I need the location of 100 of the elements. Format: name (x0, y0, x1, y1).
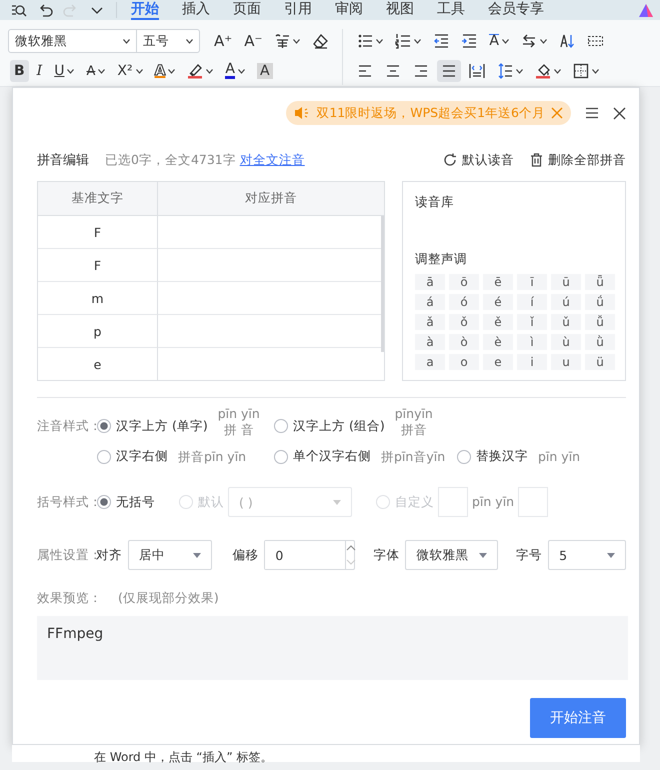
close-icon (551, 107, 563, 119)
tone-key[interactable]: é (483, 294, 513, 310)
tone-key[interactable]: í (517, 294, 547, 310)
color-button[interactable]: A (221, 60, 249, 82)
spacing-button[interactable]: A (485, 30, 513, 52)
style-option[interactable]: 汉字右侧 (97, 448, 168, 465)
ribbon-tab[interactable]: 引用 (284, 0, 312, 20)
superscript-button[interactable]: X² (113, 60, 147, 82)
radio-button[interactable] (97, 450, 111, 464)
tone-key[interactable]: ǐ (517, 314, 547, 330)
column-header: 对应拼音 (158, 182, 384, 216)
bold-button[interactable]: B (10, 60, 29, 82)
tone-key[interactable]: á (415, 294, 445, 310)
tone-key[interactable]: ǒ (449, 314, 479, 330)
caret-icon (333, 500, 341, 504)
tone-key[interactable]: i (517, 354, 547, 370)
tone-key[interactable]: u (551, 354, 581, 370)
dropdown-select[interactable]: 微软雅黑 (405, 540, 498, 570)
delete-button[interactable]: 删除全部拼音 (530, 152, 626, 168)
radio-button[interactable] (274, 450, 288, 464)
tone-key[interactable]: e (483, 354, 513, 370)
ribbon-tab[interactable]: 页面 (233, 0, 261, 20)
tone-key[interactable]: ù (551, 334, 581, 350)
tone-key[interactable]: ǖ (585, 274, 615, 290)
tone-key[interactable]: à (415, 334, 445, 350)
grow-button[interactable]: A⁺ (210, 30, 236, 52)
tone-key[interactable]: ǎ (415, 314, 445, 330)
input-field[interactable] (518, 487, 548, 517)
italic-button[interactable]: I (32, 60, 46, 82)
tone-key[interactable]: ì (517, 334, 547, 350)
field-label: 注音样式： (37, 418, 97, 434)
eraser-icon (312, 33, 328, 49)
tone-key[interactable]: ā (415, 274, 445, 290)
tone-key[interactable]: ǔ (551, 314, 581, 330)
input-field[interactable] (438, 487, 468, 517)
numbered-list-icon (395, 33, 412, 49)
menu-button[interactable] (585, 107, 599, 119)
tone-key[interactable]: ǚ (585, 314, 615, 330)
chevron-up-icon (346, 545, 356, 551)
swap-arrows-icon (520, 33, 537, 49)
radio-button[interactable] (274, 419, 288, 433)
preview-text: FFmpeg (47, 626, 104, 642)
ribbon-tab[interactable]: 视图 (386, 0, 414, 20)
table-cell: F (38, 216, 158, 249)
tone-key[interactable]: ǘ (585, 294, 615, 310)
document-text: 在 Word 中，点击 “插入” 标签。 (94, 750, 273, 764)
table-cell: m (38, 282, 158, 315)
pinyin-sample: pīn yīn 拼 音 (218, 406, 260, 438)
style-option[interactable]: 单个汉字右侧 (274, 448, 371, 465)
radio-button[interactable] (97, 419, 111, 433)
justify-button[interactable] (437, 60, 462, 82)
panel-title: 读音库 (415, 194, 455, 211)
reset-button[interactable]: 默认读音 (443, 152, 514, 168)
tone-key[interactable]: ǜ (585, 334, 615, 350)
field-label: 效果预览： (37, 590, 102, 607)
border-icon (573, 63, 590, 79)
tone-key[interactable]: ē (483, 274, 513, 290)
tone-key[interactable]: ī (517, 274, 547, 290)
ribbon-tab[interactable]: 审阅 (335, 0, 363, 20)
ribbon-tab[interactable]: 开始 (131, 0, 159, 20)
tone-key[interactable]: a (415, 354, 445, 370)
tone-key[interactable]: ò (449, 334, 479, 350)
annotate-all-link[interactable]: 对全文注音 (240, 152, 305, 168)
close-icon (613, 106, 626, 120)
radio-button[interactable] (97, 495, 111, 509)
start-button[interactable]: 开始注音 (530, 698, 626, 738)
pinyin-sample: pīnyīn 拼音 (394, 406, 433, 438)
tone-key[interactable]: ū (551, 274, 581, 290)
tone-key[interactable]: ě (483, 314, 513, 330)
trash-icon (530, 153, 543, 167)
shrink-button[interactable]: A⁻ (240, 30, 266, 52)
offset-spinbox[interactable]: 0 (264, 540, 356, 570)
caret-icon (607, 552, 615, 558)
scrollbar[interactable] (381, 216, 384, 352)
style-option[interactable]: 替换汉字 (457, 448, 528, 465)
ribbon-tab[interactable]: 工具 (437, 0, 465, 20)
bracket-option[interactable]: 无括号 (97, 494, 155, 510)
align-left-icon (357, 63, 374, 79)
selection-summary: 已选0字，全文4731字 (105, 152, 236, 168)
tone-key[interactable]: ō (449, 274, 479, 290)
strike-button[interactable]: A (82, 60, 110, 82)
style-option[interactable]: 汉字上方 (组合) (274, 418, 385, 434)
underline-button[interactable]: U (50, 60, 78, 82)
section-title: 拼音编辑 (37, 152, 89, 169)
ribbon-tab[interactable]: 会员专享 (488, 0, 544, 20)
align-right-icon (413, 63, 430, 79)
tone-key[interactable]: è (483, 334, 513, 350)
ribbon-tab[interactable]: 插入 (182, 0, 210, 20)
close-button[interactable] (613, 106, 626, 120)
style-option[interactable]: 汉字上方 (单字) (97, 418, 208, 434)
tone-key[interactable]: ó (449, 294, 479, 310)
tone-key[interactable]: ú (551, 294, 581, 310)
radio-button[interactable] (457, 450, 471, 464)
dropdown-select[interactable]: 5 (548, 540, 626, 570)
tone-key[interactable]: ü (585, 354, 615, 370)
dropdown-select[interactable]: 居中 (128, 540, 212, 570)
table-icon (586, 33, 603, 49)
paint-bucket-icon (535, 63, 552, 79)
tone-key[interactable]: o (449, 354, 479, 370)
shading-button[interactable]: A (252, 60, 277, 82)
